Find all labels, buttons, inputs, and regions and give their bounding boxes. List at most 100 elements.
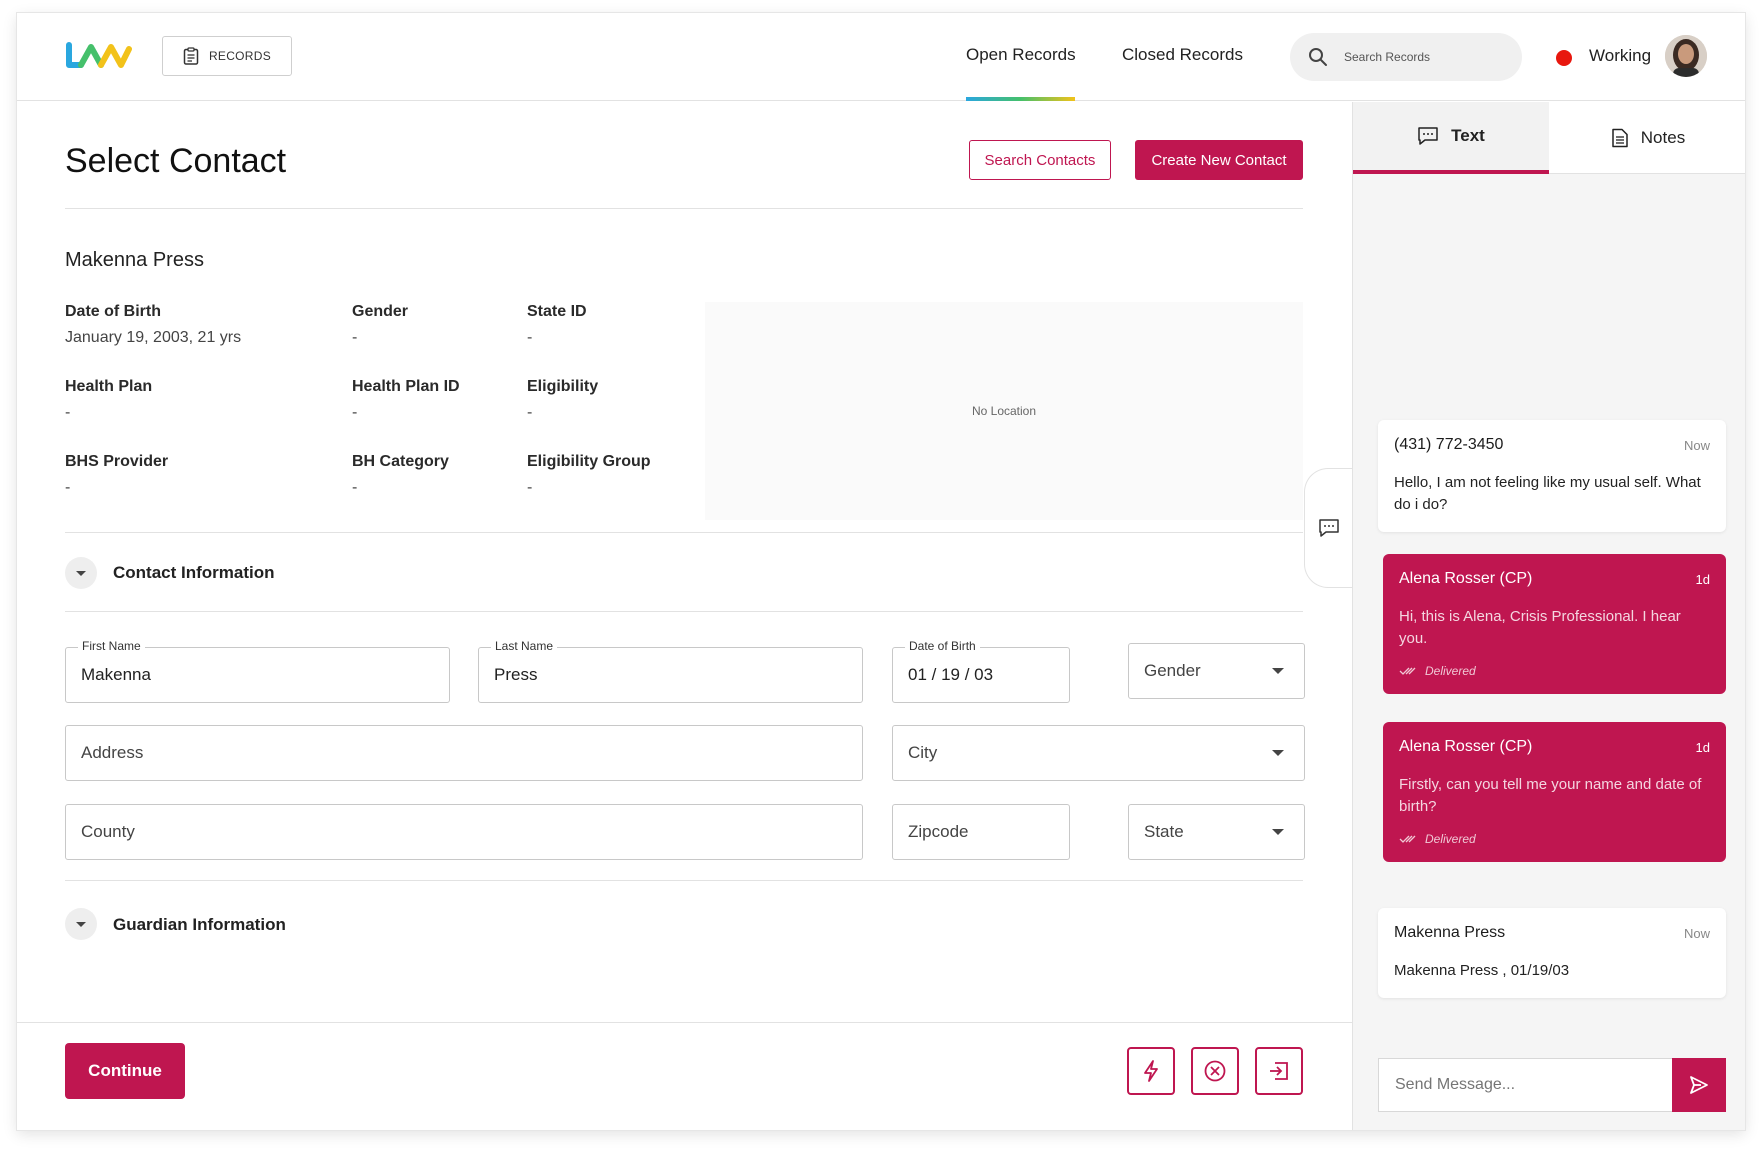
records-button[interactable]: RECORDS xyxy=(162,36,292,76)
message-outgoing: Alena Rosser (CP) 1d Hi, this is Alena, … xyxy=(1383,554,1726,694)
cancel-button[interactable] xyxy=(1191,1047,1239,1095)
status-label[interactable]: Working xyxy=(1589,46,1651,66)
chat-toggle-button[interactable] xyxy=(1304,468,1352,588)
dropdown-caret-icon xyxy=(1272,668,1284,674)
zipcode-placeholder: Zipcode xyxy=(908,822,969,841)
state-id-value: - xyxy=(527,329,533,346)
health-plan-value: - xyxy=(65,404,71,421)
gender-select[interactable]: Gender xyxy=(1128,643,1305,699)
avatar-image xyxy=(1665,35,1707,77)
tab-closed-records[interactable]: Closed Records xyxy=(1122,45,1243,65)
search-icon xyxy=(1309,48,1327,66)
last-name-label: Last Name xyxy=(491,639,558,653)
message-time: Now xyxy=(1683,438,1710,453)
gender-select-placeholder: Gender xyxy=(1144,661,1201,680)
eligibility-label: Eligibility xyxy=(527,378,599,395)
message-outgoing: Alena Rosser (CP) 1d Firstly, can you te… xyxy=(1383,722,1726,862)
caret-down-icon xyxy=(76,570,86,576)
eligibility-group-label: Eligibility Group xyxy=(527,453,651,470)
clipboard-icon xyxy=(183,47,199,65)
page-title: Select Contact xyxy=(65,142,287,180)
tab-open-records[interactable]: Open Records xyxy=(966,45,1076,65)
message-body: Makenna Press , 01/19/03 xyxy=(1394,962,1570,979)
divider xyxy=(65,880,1303,881)
main-content: Select Contact Search Contacts Create Ne… xyxy=(17,102,1352,1022)
active-tab-indicator xyxy=(966,97,1075,101)
message-sender: (431) 772-3450 xyxy=(1394,436,1504,453)
bh-category-value: - xyxy=(352,479,358,496)
continue-button[interactable]: Continue xyxy=(65,1043,185,1099)
send-button[interactable] xyxy=(1672,1058,1726,1112)
map-empty-text: No Location xyxy=(971,404,1037,418)
state-id-label: State ID xyxy=(527,303,587,320)
delivery-status-text: Delivered xyxy=(1425,832,1476,846)
divider xyxy=(65,611,1303,612)
address-placeholder: Address xyxy=(81,743,144,762)
gender-value: - xyxy=(352,329,358,346)
app-window: RECORDS Open Records Closed Records Sear… xyxy=(17,13,1745,1130)
tab-text[interactable]: Text xyxy=(1353,102,1549,174)
county-field[interactable]: County xyxy=(65,804,863,860)
bhs-provider-value: - xyxy=(65,479,71,496)
lightning-icon xyxy=(1144,1060,1158,1082)
tab-notes[interactable]: Notes xyxy=(1550,102,1745,174)
eligibility-group-value: - xyxy=(527,479,533,496)
message-body: Firstly, can you tell me your name and d… xyxy=(1399,776,1702,815)
dropdown-caret-icon xyxy=(1272,829,1284,835)
dob-field-value: 01 / 19 / 03 xyxy=(908,665,994,684)
dob-label: Date of Birth xyxy=(65,303,161,320)
dob-field[interactable]: Date of Birth 01 / 19 / 03 xyxy=(892,639,1070,703)
divider xyxy=(65,208,1303,209)
bottom-action-bar: Continue xyxy=(17,1022,1352,1130)
tab-text-label: Text xyxy=(1451,126,1485,145)
delivery-status-text: Delivered xyxy=(1425,664,1476,678)
delivery-status: Delivered xyxy=(1399,664,1710,678)
location-map[interactable]: No Location xyxy=(705,302,1303,520)
send-message-input[interactable] xyxy=(1378,1058,1672,1112)
contact-info-title: Contact Information xyxy=(113,563,275,582)
dob-value: January 19, 2003, 21 yrs xyxy=(65,329,242,346)
health-plan-id-label: Health Plan ID xyxy=(352,378,460,395)
message-sender: Alena Rosser (CP) xyxy=(1399,570,1533,587)
message-sender: Alena Rosser (CP) xyxy=(1399,738,1533,755)
first-name-field[interactable]: First Name Makenna xyxy=(65,639,450,703)
divider xyxy=(65,532,1303,533)
double-check-icon xyxy=(1399,835,1416,843)
conversation-panel: Text Notes (431) 772-3450 Now Hello, I a… xyxy=(1352,102,1745,1130)
close-circle-icon xyxy=(1204,1060,1226,1082)
guardian-info-toggle[interactable] xyxy=(65,908,97,940)
search-records-field[interactable]: Search Records xyxy=(1290,33,1522,81)
message-incoming: (431) 772-3450 Now Hello, I am not feeli… xyxy=(1378,420,1726,532)
guardian-info-title: Guardian Information xyxy=(113,915,286,934)
bhs-provider-label: BHS Provider xyxy=(65,453,169,470)
message-body: Hello, I am not feeling like my usual se… xyxy=(1394,474,1701,513)
bh-category-label: BH Category xyxy=(352,453,449,470)
message-time: Now xyxy=(1683,926,1710,941)
user-avatar[interactable] xyxy=(1665,35,1707,77)
message-composer xyxy=(1378,1058,1726,1112)
message-time: 1d xyxy=(1695,572,1710,587)
contact-info-toggle[interactable] xyxy=(65,557,97,589)
message-time: 1d xyxy=(1695,740,1710,755)
status-indicator-dot xyxy=(1556,50,1572,66)
dropdown-caret-icon xyxy=(1272,750,1284,756)
quick-action-button[interactable] xyxy=(1127,1047,1175,1095)
sign-in-icon xyxy=(1270,1062,1288,1080)
send-icon xyxy=(1690,1076,1708,1094)
last-name-field[interactable]: Last Name Press xyxy=(478,639,863,703)
state-select-placeholder: State xyxy=(1144,822,1184,841)
county-placeholder: County xyxy=(81,822,135,841)
address-field[interactable]: Address xyxy=(65,725,863,781)
state-select[interactable]: State xyxy=(1128,804,1305,860)
brand-logo[interactable] xyxy=(65,41,133,71)
create-new-contact-button[interactable]: Create New Contact xyxy=(1135,140,1303,180)
zipcode-field[interactable]: Zipcode xyxy=(892,804,1070,860)
message-sender: Makenna Press xyxy=(1394,924,1506,941)
delivery-status: Delivered xyxy=(1399,832,1710,846)
transfer-button[interactable] xyxy=(1255,1047,1303,1095)
last-name-value: Press xyxy=(494,665,538,684)
contact-name: Makenna Press xyxy=(65,249,204,271)
caret-down-icon xyxy=(76,921,86,927)
city-select[interactable]: City xyxy=(892,725,1305,781)
search-contacts-button[interactable]: Search Contacts xyxy=(969,140,1111,180)
